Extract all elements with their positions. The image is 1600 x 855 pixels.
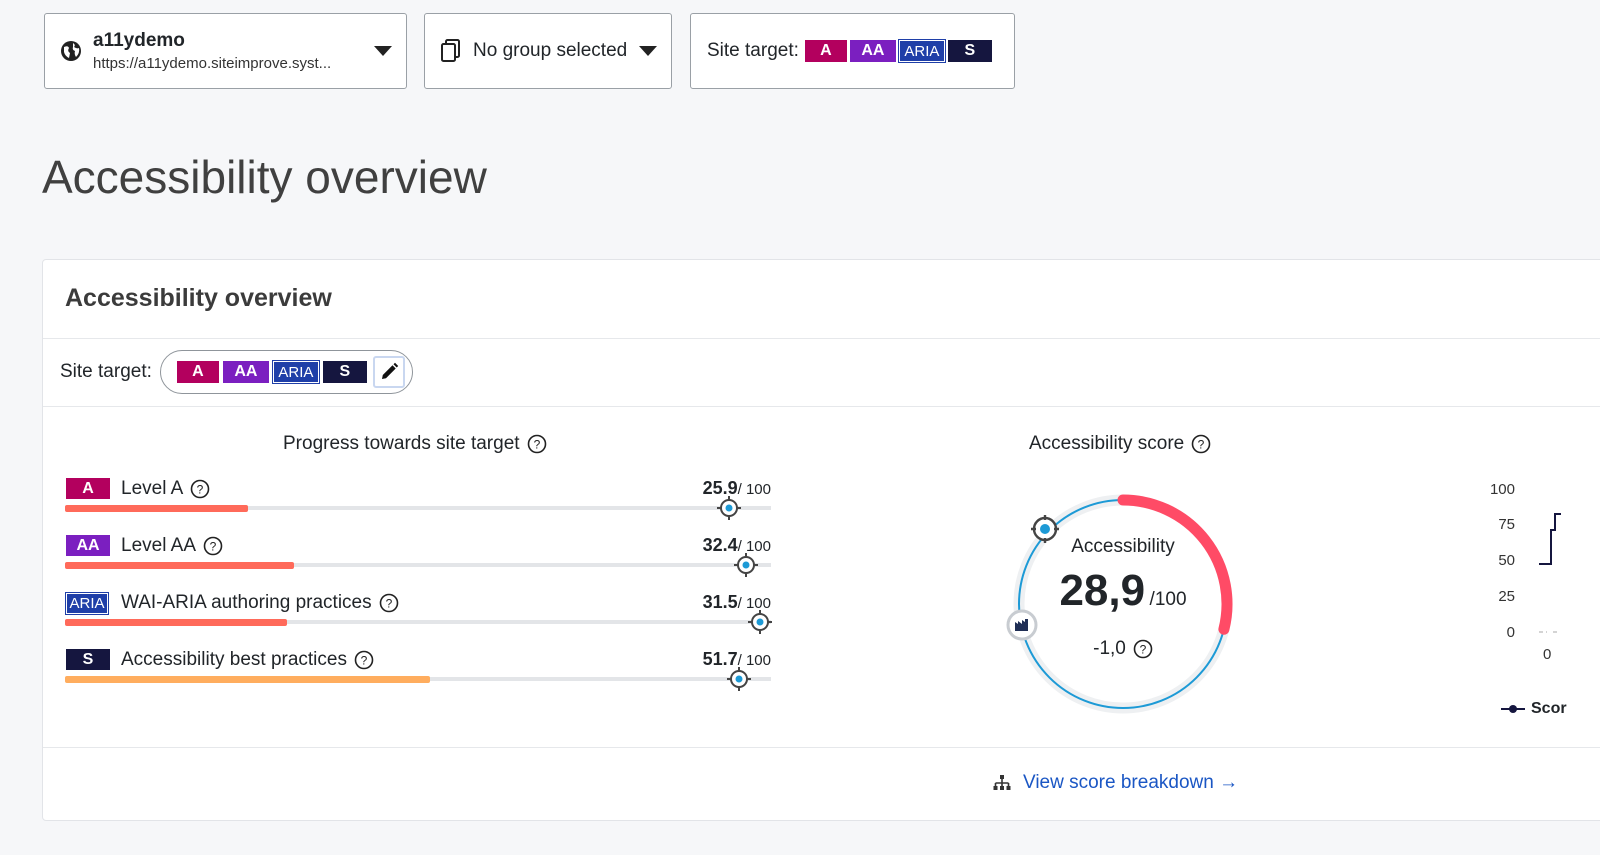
badge-best-practices: S — [947, 40, 992, 62]
progress-section-title: Progress towards site target ? — [283, 433, 547, 455]
progress-score-value: 25.9 — [702, 478, 738, 498]
page-title: Accessibility overview — [42, 151, 487, 203]
view-score-breakdown-link[interactable]: View score breakdown → — [993, 772, 1238, 794]
score-max: /100 — [1149, 589, 1187, 610]
divider — [43, 406, 1600, 407]
y-tick: 100 — [1489, 481, 1515, 498]
badge-best-practices: S — [322, 361, 367, 383]
accessibility-overview-card: Accessibility overview Site target: A AA… — [42, 259, 1600, 821]
legend-label: Scor — [1531, 700, 1567, 717]
divider — [43, 338, 1600, 339]
progress-row-label-text: WAI-ARIA authoring practices — [121, 592, 372, 613]
progress-fill — [65, 676, 430, 683]
progress-row-label: Accessibility best practices? — [121, 649, 374, 671]
view-score-breakdown-label: View score breakdown → — [1023, 772, 1239, 793]
group-selector-label: No group selected — [473, 40, 628, 61]
group-selector[interactable]: No group selected — [424, 13, 672, 89]
score-change: -1,0 ? — [1003, 638, 1243, 660]
progress-row: ARIA WAI-ARIA authoring practices? 31.5/ 1… — [65, 592, 773, 634]
svg-text:?: ? — [1140, 643, 1147, 657]
help-icon[interactable]: ? — [379, 593, 399, 613]
score-change-value: -1,0 — [1093, 638, 1126, 659]
site-name: a11ydemo — [93, 30, 185, 51]
site-selector[interactable]: a11ydemo https://a11ydemo.siteimprove.sy… — [44, 13, 407, 89]
badge-aria: ARIA — [65, 592, 109, 615]
copy-pages-icon — [439, 38, 463, 64]
badge-level-a: A — [804, 40, 847, 62]
svg-text:?: ? — [210, 540, 217, 554]
progress-row: A Level A? 25.9/ 100 — [65, 478, 771, 520]
badge-level-aa: AA — [66, 535, 110, 556]
badge-level-aa: AA — [222, 361, 269, 383]
trend-line — [1539, 513, 1561, 633]
edit-site-target-button[interactable] — [372, 356, 405, 388]
site-target-filter[interactable]: Site target: A AA ARIA S — [690, 13, 1015, 89]
card-site-target: Site target: A AA ARIA S — [60, 350, 413, 394]
y-tick: 0 — [1506, 624, 1515, 641]
progress-title-text: Progress towards site target — [283, 433, 520, 454]
progress-row-label-text: Level A — [121, 478, 184, 499]
badge-best-practices: S — [66, 649, 110, 670]
badge-level-a: A — [176, 361, 219, 383]
chart-legend: Scor — [1501, 700, 1567, 718]
site-target-label: Site target: — [707, 40, 799, 61]
svg-text:?: ? — [197, 483, 204, 497]
target-marker-icon — [716, 496, 741, 520]
progress-row: AA Level AA? 32.4/ 100 — [65, 535, 771, 577]
progress-fill — [65, 562, 294, 569]
site-target-badges: A AA ARIA S — [804, 39, 992, 63]
svg-text:?: ? — [385, 597, 392, 611]
gauge-score: 28,9 /100 — [1003, 566, 1243, 616]
sitemap-icon — [993, 775, 1011, 791]
progress-fill — [65, 505, 248, 512]
y-tick: 50 — [1498, 552, 1515, 569]
progress-fill — [65, 619, 288, 626]
svg-text:?: ? — [533, 438, 540, 452]
gauge-label: Accessibility — [1071, 536, 1175, 557]
target-marker-icon — [727, 667, 752, 691]
gauge-text: Accessibility 28,9 /100 -1,0 ? — [1003, 260, 1243, 760]
card-site-target-label: Site target: — [60, 361, 152, 382]
progress-row-label-text: Level AA — [121, 535, 196, 556]
progress-row-label: WAI-ARIA authoring practices? — [121, 592, 399, 614]
y-tick: 25 — [1498, 588, 1515, 605]
progress-row-label-text: Accessibility best practices — [121, 649, 347, 670]
score-value: 28,9 — [1059, 566, 1146, 615]
help-icon[interactable]: ? — [354, 650, 374, 670]
legend-marker-icon — [1501, 705, 1525, 713]
progress-score-max: / 100 — [737, 481, 771, 498]
badge-level-aa: AA — [849, 40, 896, 62]
y-tick: 75 — [1498, 516, 1515, 533]
x-tick: 0 — [1543, 646, 1552, 663]
svg-text:?: ? — [361, 654, 368, 668]
progress-score-value: 51.7 — [702, 649, 738, 669]
globe-icon — [59, 39, 83, 63]
help-icon[interactable]: ? — [203, 536, 223, 556]
badge-level-a: A — [66, 478, 110, 499]
chevron-down-icon — [639, 46, 657, 56]
target-marker-icon — [734, 553, 759, 577]
progress-score-value: 31.5 — [702, 592, 738, 612]
badge-aria: ARIA — [271, 360, 320, 384]
divider — [43, 747, 1600, 748]
progress-row-label: Level A? — [121, 478, 210, 500]
card-title: Accessibility overview — [65, 284, 332, 312]
target-marker-icon — [748, 610, 773, 634]
site-target-pill: A AA ARIA S — [159, 350, 413, 394]
help-icon[interactable]: ? — [1133, 639, 1153, 659]
help-icon[interactable]: ? — [527, 434, 547, 454]
badge-aria: ARIA — [897, 39, 946, 63]
progress-row: S Accessibility best practices? 51.7/ 100 — [65, 649, 771, 691]
chevron-down-icon — [374, 46, 392, 56]
pencil-icon — [379, 362, 399, 382]
progress-row-label: Level AA? — [121, 535, 223, 557]
help-icon[interactable]: ? — [190, 479, 210, 499]
site-url: https://a11ydemo.siteimprove.syst... — [93, 55, 332, 72]
progress-score-value: 32.4 — [702, 535, 738, 555]
